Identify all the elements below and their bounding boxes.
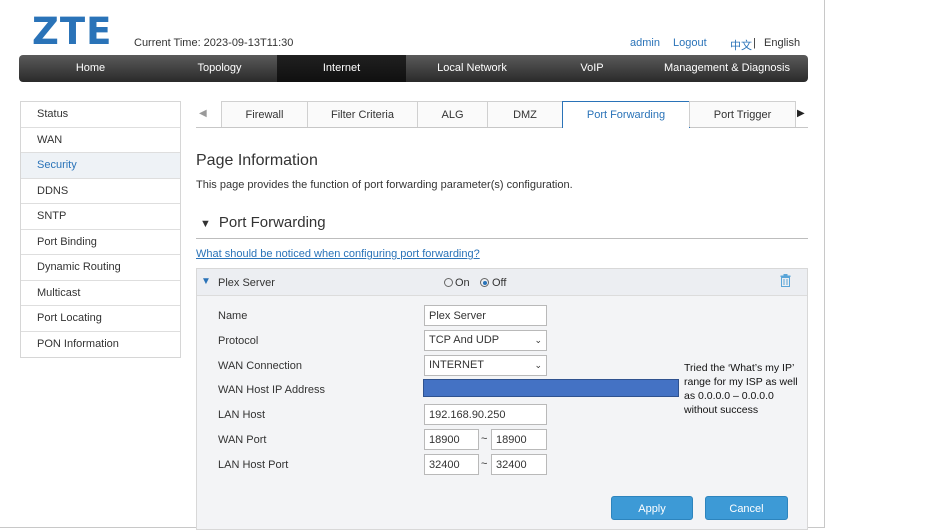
expand-triangle-icon[interactable]: ▼: [201, 276, 211, 287]
protocol-label: Protocol: [218, 335, 259, 347]
chevron-down-icon: ⌄: [534, 335, 542, 345]
off-radio-circle[interactable]: [480, 278, 489, 287]
wan-port-start-field[interactable]: [424, 429, 479, 450]
logout-link[interactable]: Logout: [673, 37, 707, 49]
cancel-button[interactable]: Cancel: [705, 496, 788, 520]
tab-alg[interactable]: ALG: [417, 101, 488, 127]
sidebar-item-status[interactable]: Status: [21, 102, 180, 128]
apply-button[interactable]: Apply: [611, 496, 693, 520]
sidebar-item-multicast[interactable]: Multicast: [21, 281, 180, 306]
lan-host-field[interactable]: [424, 404, 547, 425]
wan-connection-select[interactable]: INTERNET ⌄: [424, 355, 547, 376]
router-page: ZTE Current Time: 2023-09-13T11:30 admin…: [0, 0, 825, 530]
section-title: Port Forwarding: [218, 214, 326, 231]
language-english-link[interactable]: English: [764, 37, 800, 49]
protocol-select[interactable]: TCP And UDP ⌄: [424, 330, 547, 351]
sidebar-item-sntp[interactable]: SNTP: [21, 204, 180, 230]
sidebar-item-port-binding[interactable]: Port Binding: [21, 230, 180, 255]
wan-host-ip-label: WAN Host IP Address: [218, 384, 325, 396]
sidebar-item-wan[interactable]: WAN: [21, 128, 180, 153]
protocol-value: TCP And UDP: [429, 334, 500, 346]
rule-header[interactable]: ▼ Plex Server On Off: [197, 269, 807, 296]
wan-connection-label: WAN Connection: [218, 360, 302, 372]
lan-host-port-range-separator: ~: [481, 458, 488, 470]
tab-next-icon[interactable]: ▶: [797, 101, 805, 127]
tab-filter-criteria[interactable]: Filter Criteria: [307, 101, 418, 127]
name-field[interactable]: [424, 305, 547, 326]
sidebar-item-dynamic-routing[interactable]: Dynamic Routing: [21, 255, 180, 281]
wan-port-range-separator: ~: [481, 433, 488, 445]
language-chinese-link[interactable]: 中文: [730, 37, 752, 53]
on-radio[interactable]: On: [444, 277, 470, 289]
language-separator: |: [753, 37, 756, 49]
nav-home[interactable]: Home: [19, 55, 162, 82]
tab-firewall[interactable]: Firewall: [221, 101, 308, 127]
nav-local-network[interactable]: Local Network: [406, 55, 538, 82]
tab-port-trigger[interactable]: Port Trigger: [689, 101, 796, 127]
wan-host-ip-redaction: [423, 379, 679, 397]
user-annotation-note: Tried the ‘What’s my IP’ range for my IS…: [684, 362, 798, 416]
tab-bar: Firewall Filter Criteria ALG DMZ Port Fo…: [196, 101, 808, 128]
tab-dmz[interactable]: DMZ: [487, 101, 563, 127]
wan-port-label: WAN Port: [218, 434, 267, 446]
admin-link[interactable]: admin: [630, 37, 660, 49]
sidebar-item-pon-information[interactable]: PON Information: [21, 332, 180, 358]
on-radio-circle[interactable]: [444, 278, 453, 287]
wan-port-end-field[interactable]: [491, 429, 547, 450]
zte-logo: ZTE: [32, 10, 113, 53]
page-description: This page provides the function of port …: [196, 179, 573, 191]
current-time: Current Time: 2023-09-13T11:30: [134, 37, 294, 49]
main-nav: Home Topology Internet Local Network VoI…: [19, 55, 808, 82]
sidebar-item-port-locating[interactable]: Port Locating: [21, 306, 180, 332]
notice-link[interactable]: What should be noticed when configuring …: [196, 248, 480, 260]
sidebar-item-security[interactable]: Security: [21, 153, 180, 179]
collapse-triangle-icon: ▼: [200, 218, 211, 230]
sidebar-item-ddns[interactable]: DDNS: [21, 179, 180, 204]
nav-management-diagnosis[interactable]: Management & Diagnosis: [646, 55, 808, 82]
off-radio-label: Off: [492, 277, 507, 289]
trash-icon[interactable]: [780, 274, 791, 290]
rule-name-header: Plex Server: [218, 277, 275, 289]
nav-topology[interactable]: Topology: [162, 55, 277, 82]
lan-host-port-label: LAN Host Port: [218, 459, 289, 471]
lan-host-port-end-field[interactable]: [491, 454, 547, 475]
section-header[interactable]: ▼ Port Forwarding: [200, 214, 326, 231]
sidebar: Status WAN Security DDNS SNTP Port Bindi…: [20, 101, 181, 358]
nav-internet[interactable]: Internet: [277, 55, 406, 82]
on-radio-label: On: [455, 277, 470, 289]
section-divider: [196, 238, 808, 239]
tab-port-forwarding[interactable]: Port Forwarding: [562, 101, 690, 128]
nav-voip[interactable]: VoIP: [538, 55, 646, 82]
chevron-down-icon: ⌄: [534, 360, 542, 370]
lan-host-label: LAN Host: [218, 409, 266, 421]
page-title: Page Information: [196, 152, 318, 169]
name-label: Name: [218, 310, 248, 322]
off-radio[interactable]: Off: [480, 277, 506, 289]
lan-host-port-start-field[interactable]: [424, 454, 479, 475]
wan-connection-value: INTERNET: [429, 359, 484, 371]
